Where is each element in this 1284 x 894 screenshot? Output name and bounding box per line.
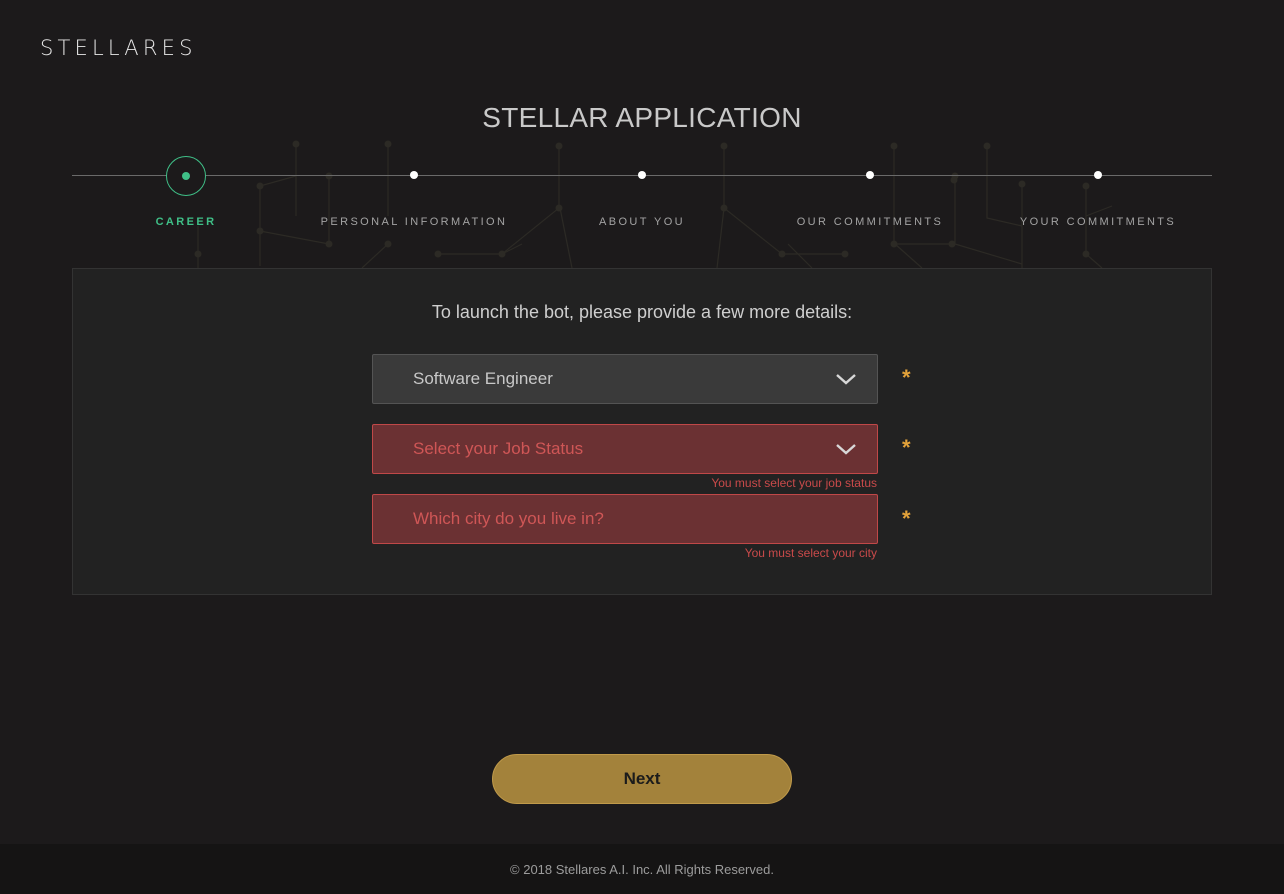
chevron-down-icon [836, 374, 856, 385]
stellares-logo[interactable]: STELLARES [40, 36, 197, 60]
city-input-placeholder: Which city do you live in? [413, 509, 604, 528]
application-page: STELLARES STELLAR APPLICATION CAREER PER… [0, 0, 1284, 894]
form-intro: To launch the bot, please provide a few … [431, 302, 853, 322]
step-label-your-commitments: YOUR COMMITMENTS [1019, 216, 1177, 228]
step-dot-icon [410, 171, 418, 179]
step-dot-icon [866, 171, 874, 179]
required-marker: * [902, 506, 911, 531]
step-dot-icon [638, 171, 646, 179]
step-active-dot-icon [182, 172, 190, 180]
form-panel: To launch the bot, please provide a few … [72, 268, 1212, 595]
circuit-background [194, 140, 1113, 268]
job-status-error: You must select your job status [711, 476, 877, 490]
next-button[interactable]: Next [492, 754, 792, 804]
page-title: STELLAR APPLICATION [482, 102, 802, 133]
job-status-placeholder: Select your Job Status [413, 439, 584, 458]
city-error: You must select your city [744, 546, 877, 560]
job-status-select[interactable]: Select your Job Status [372, 424, 878, 474]
city-input[interactable]: Which city do you live in? [372, 494, 878, 544]
career-select-value: Software Engineer [413, 369, 553, 388]
copyright-text: © 2018 Stellares A.I. Inc. All Rights Re… [510, 861, 774, 877]
career-select[interactable]: Software Engineer [372, 354, 878, 404]
step-dot-icon [1094, 171, 1102, 179]
chevron-down-icon [836, 444, 856, 455]
footer: © 2018 Stellares A.I. Inc. All Rights Re… [0, 844, 1284, 894]
required-marker: * [902, 365, 911, 390]
required-marker: * [902, 435, 911, 460]
